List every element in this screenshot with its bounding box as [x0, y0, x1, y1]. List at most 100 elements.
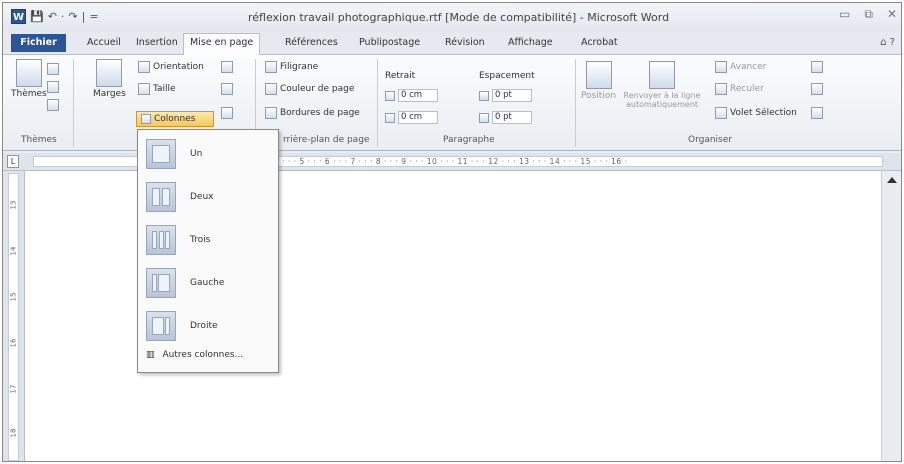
- help-icon[interactable]: ⌂ ?: [880, 37, 895, 48]
- group-icon[interactable]: [811, 83, 823, 95]
- bring-forward-button[interactable]: Avancer: [715, 61, 766, 73]
- rotate-icon[interactable]: [811, 107, 823, 119]
- wrap-text-button[interactable]: Renvoyer à la ligne automatiquement: [623, 61, 701, 109]
- themes-group-label: Thèmes: [21, 135, 57, 145]
- tab-publipostage[interactable]: Publipostage: [359, 37, 420, 48]
- page-color-icon: [265, 83, 277, 95]
- tab-revision[interactable]: Révision: [445, 37, 485, 48]
- watermark-label: Filigrane: [280, 62, 319, 72]
- page-borders-icon: [265, 107, 277, 119]
- position-button[interactable]: Position: [581, 61, 616, 101]
- vruler-number: 14: [9, 246, 18, 256]
- size-label: Taille: [153, 84, 176, 94]
- quick-access-toolbar: W 💾 ↶ · ↷ | =: [11, 9, 99, 24]
- columns-option-left[interactable]: Gauche: [146, 263, 271, 303]
- margins-icon: [96, 59, 123, 87]
- columns-option-one[interactable]: Un: [146, 134, 271, 174]
- position-icon: [585, 61, 612, 89]
- margins-label: Marges: [93, 89, 126, 99]
- vruler-number: 18: [9, 428, 18, 438]
- columns-button[interactable]: Colonnes: [136, 111, 214, 127]
- indent-left-field[interactable]: 0 cm: [385, 89, 438, 102]
- paragraph-group-label: Paragraphe: [443, 135, 495, 145]
- columns-option-label: Trois: [190, 235, 211, 245]
- send-backward-button[interactable]: Reculer: [715, 83, 764, 95]
- customize-qat-icon[interactable]: =: [89, 10, 98, 23]
- undo-icon[interactable]: ↶: [48, 10, 57, 23]
- tab-acrobat[interactable]: Acrobat: [581, 37, 618, 48]
- undo-dropdown-icon[interactable]: ·: [61, 10, 65, 23]
- selection-pane-label: Volet Sélection: [730, 108, 797, 118]
- tab-accueil[interactable]: Accueil: [87, 37, 121, 48]
- vertical-scrollbar[interactable]: [881, 171, 901, 461]
- vertical-ruler: 13 14 15 16 17 18: [3, 171, 25, 461]
- indent-right-input[interactable]: 0 cm: [398, 111, 438, 124]
- more-columns-option[interactable]: ▥ Autres colonnes...: [146, 350, 243, 360]
- group-separator: [73, 59, 74, 147]
- minimize-icon[interactable]: ▭: [839, 7, 850, 22]
- vruler-number: 16: [9, 338, 18, 348]
- redo-icon[interactable]: ↷: [68, 10, 77, 23]
- indent-right-icon: [385, 112, 395, 123]
- save-icon[interactable]: 💾: [30, 10, 44, 23]
- selection-pane-button[interactable]: Volet Sélection: [715, 107, 797, 119]
- page-color-button[interactable]: Couleur de page: [265, 83, 354, 95]
- vruler-number: 17: [9, 384, 18, 394]
- align-icon[interactable]: [811, 61, 823, 73]
- right-column-icon: [146, 311, 176, 341]
- theme-effects-icon[interactable]: [47, 99, 59, 111]
- space-after-input[interactable]: 0 pt: [492, 111, 532, 124]
- line-numbers-icon[interactable]: [221, 83, 233, 95]
- columns-option-right[interactable]: Droite: [146, 306, 271, 346]
- size-button[interactable]: Taille: [138, 83, 176, 95]
- arrange-group-label: Organiser: [688, 135, 732, 145]
- scroll-up-icon[interactable]: [887, 177, 897, 183]
- orientation-icon: [138, 61, 150, 73]
- one-column-icon: [146, 139, 176, 169]
- vruler-number: 13: [9, 200, 18, 210]
- group-separator: [377, 59, 378, 147]
- space-after-field[interactable]: 0 pt: [479, 111, 532, 124]
- indent-left-input[interactable]: 0 cm: [398, 89, 438, 102]
- tab-fichier[interactable]: Fichier: [11, 34, 66, 52]
- margins-button[interactable]: Marges: [93, 59, 126, 99]
- space-after-icon: [479, 112, 489, 123]
- three-columns-icon: [146, 225, 176, 255]
- hyphenation-icon[interactable]: [221, 107, 233, 119]
- tab-selector[interactable]: L: [7, 155, 19, 168]
- bring-forward-icon: [715, 61, 727, 73]
- left-column-icon: [146, 268, 176, 298]
- close-icon[interactable]: ✕: [887, 7, 897, 22]
- page-borders-button[interactable]: Bordures de page: [265, 107, 360, 119]
- word-logo-icon[interactable]: W: [11, 9, 26, 24]
- themes-label: Thèmes: [11, 89, 47, 99]
- indent-left-icon: [385, 90, 395, 101]
- columns-option-label: Droite: [190, 321, 218, 331]
- page-borders-label: Bordures de page: [280, 108, 360, 118]
- qat-separator: |: [81, 10, 86, 23]
- tab-affichage[interactable]: Affichage: [508, 37, 553, 48]
- columns-option-three[interactable]: Trois: [146, 220, 271, 260]
- theme-fonts-icon[interactable]: [47, 81, 59, 93]
- theme-colors-icon[interactable]: [47, 63, 59, 75]
- tab-insertion[interactable]: Insertion: [136, 37, 178, 48]
- columns-icon: [141, 114, 151, 124]
- tab-references[interactable]: Références: [285, 37, 338, 48]
- indent-right-field[interactable]: 0 cm: [385, 111, 438, 124]
- breaks-icon[interactable]: [221, 61, 233, 73]
- themes-button[interactable]: Thèmes: [11, 59, 47, 99]
- orientation-label: Orientation: [153, 62, 204, 72]
- space-before-field[interactable]: 0 pt: [479, 89, 532, 102]
- window-title: réflexion travail photographique.rtf [Mo…: [248, 11, 670, 24]
- send-backward-icon: [715, 83, 727, 95]
- restore-icon[interactable]: ⧉: [864, 7, 873, 22]
- vertical-ruler-strip[interactable]: [8, 173, 19, 461]
- tab-mise-en-page[interactable]: Mise en page: [183, 33, 261, 56]
- columns-option-two[interactable]: Deux: [146, 177, 271, 217]
- space-before-input[interactable]: 0 pt: [492, 89, 532, 102]
- vruler-number: 15: [9, 292, 18, 302]
- columns-option-label: Deux: [190, 192, 214, 202]
- more-columns-label: Autres colonnes...: [162, 350, 244, 360]
- watermark-button[interactable]: Filigrane: [265, 61, 318, 73]
- orientation-button[interactable]: Orientation: [138, 61, 204, 73]
